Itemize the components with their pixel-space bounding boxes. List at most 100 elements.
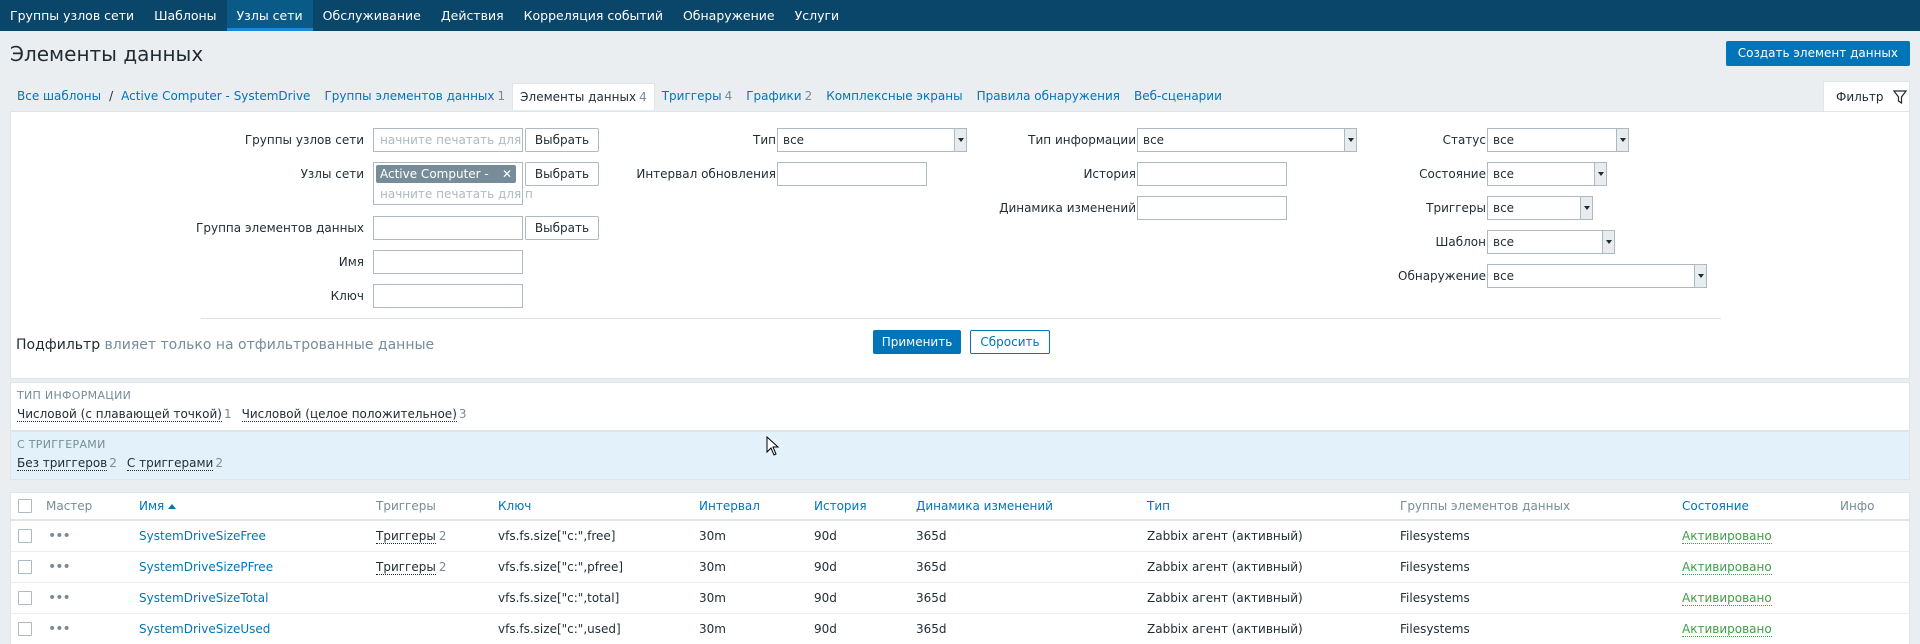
- item-triggers-link[interactable]: Триггеры: [376, 560, 436, 575]
- more-actions-icon[interactable]: •••: [48, 559, 71, 575]
- type-label: Тип: [753, 133, 776, 147]
- type-select[interactable]: все: [777, 128, 967, 152]
- item-status-link[interactable]: Активировано: [1682, 591, 1772, 606]
- apply-button[interactable]: Применить: [873, 330, 961, 354]
- item-interval: 30m: [699, 560, 726, 574]
- tab-discovery-rules[interactable]: Правила обнаружения: [970, 83, 1127, 109]
- item-type: Zabbix агент (активный): [1147, 560, 1303, 574]
- create-item-button[interactable]: Создать элемент данных: [1725, 41, 1910, 66]
- item-status-link[interactable]: Активировано: [1682, 622, 1772, 637]
- item-name-link[interactable]: SystemDriveSizePFree: [139, 560, 273, 574]
- remove-chip-icon[interactable]: ✕: [502, 165, 512, 183]
- name-label: Имя: [338, 255, 364, 269]
- tab-web-scenarios[interactable]: Веб-сценарии: [1127, 83, 1229, 109]
- row-checkbox[interactable]: [18, 529, 32, 543]
- host-groups-label: Группы узлов сети: [244, 133, 364, 147]
- nav-host-groups[interactable]: Группы узлов сети: [0, 0, 144, 31]
- nav-discovery[interactable]: Обнаружение: [673, 0, 785, 31]
- item-triggers-link[interactable]: Триггеры: [376, 529, 436, 544]
- header-applications: Группы элементов данных: [1400, 499, 1571, 513]
- host-chip: Active Computer - S... ✕: [376, 165, 516, 199]
- tab-items[interactable]: Элементы данных 4: [512, 82, 655, 110]
- nav-templates[interactable]: Шаблоны: [144, 0, 226, 31]
- reset-button[interactable]: Сбросить: [970, 330, 1050, 354]
- item-key: vfs.fs.size["c:",pfree]: [498, 560, 624, 574]
- item-history: 90d: [814, 591, 837, 605]
- subfilter-item[interactable]: С триггерами 2: [126, 456, 223, 471]
- header-triggers: Триггеры: [376, 499, 436, 513]
- nav-maintenance[interactable]: Обслуживание: [313, 0, 431, 31]
- filter-tab[interactable]: Фильтр: [1823, 81, 1910, 112]
- header-name[interactable]: Имя: [139, 493, 177, 519]
- row-checkbox[interactable]: [18, 560, 32, 574]
- subfilter-triggers: С ТРИГГЕРАМИ Без триггеров 2 С триггерами…: [10, 431, 1910, 480]
- item-trends: 365d: [916, 591, 947, 605]
- header-history[interactable]: История: [814, 493, 867, 519]
- subfilter-item[interactable]: Числовой (целое положительное) 3: [241, 407, 467, 422]
- item-applications: Filesystems: [1400, 560, 1470, 574]
- application-input[interactable]: [373, 216, 523, 240]
- nav-actions[interactable]: Действия: [431, 0, 514, 31]
- application-select-button[interactable]: Выбрать: [525, 216, 599, 240]
- item-type: Zabbix агент (активный): [1147, 622, 1303, 636]
- discovery-select[interactable]: все: [1487, 264, 1707, 288]
- item-key: vfs.fs.size["c:",used]: [498, 622, 621, 636]
- row-checkbox[interactable]: [18, 591, 32, 605]
- history-input[interactable]: [1137, 162, 1287, 186]
- state-select[interactable]: все: [1487, 162, 1607, 186]
- history-label: История: [1083, 167, 1136, 181]
- tab-applications[interactable]: Группы элементов данных 1: [317, 83, 512, 109]
- item-status-link[interactable]: Активировано: [1682, 529, 1772, 544]
- template-select[interactable]: все: [1487, 230, 1615, 254]
- breadcrumb-all-templates[interactable]: Все шаблоны: [10, 89, 108, 103]
- header-type[interactable]: Тип: [1147, 493, 1170, 519]
- key-input[interactable]: [373, 284, 523, 308]
- more-actions-icon[interactable]: •••: [48, 528, 71, 544]
- item-name-link[interactable]: SystemDriveSizeFree: [139, 529, 266, 543]
- item-history: 90d: [814, 529, 837, 543]
- header-status[interactable]: Состояние: [1682, 493, 1749, 519]
- hosts-input[interactable]: Active Computer - S... ✕ начните печатать…: [373, 162, 533, 205]
- item-applications: Filesystems: [1400, 622, 1470, 636]
- filter-panel: Группы узлов сети начните печатать для п…: [10, 111, 1910, 379]
- more-actions-icon[interactable]: •••: [48, 590, 71, 606]
- subfilter-item[interactable]: Числовой (с плавающей точкой) 1: [17, 407, 232, 422]
- header-trends[interactable]: Динамика изменений: [916, 493, 1053, 519]
- funnel-icon: [1893, 90, 1908, 104]
- item-name-link[interactable]: SystemDriveSizeUsed: [139, 622, 270, 636]
- item-trends: 365d: [916, 529, 947, 543]
- more-actions-icon[interactable]: •••: [48, 621, 71, 637]
- item-name-link[interactable]: SystemDriveSizeTotal: [139, 591, 268, 605]
- interval-input[interactable]: [777, 162, 927, 186]
- nav-hosts[interactable]: Узлы сети: [226, 0, 313, 31]
- header-key[interactable]: Ключ: [498, 493, 531, 519]
- item-trends: 365d: [916, 560, 947, 574]
- item-trends: 365d: [916, 622, 947, 636]
- header-interval[interactable]: Интервал: [699, 493, 760, 519]
- nav-event-correlation[interactable]: Корреляция событий: [514, 0, 673, 31]
- discovery-label: Обнаружение: [1398, 269, 1486, 283]
- tab-screens[interactable]: Комплексные экраны: [819, 83, 969, 109]
- subfilter-item[interactable]: Без триггеров 2: [17, 456, 117, 471]
- row-checkbox[interactable]: [18, 622, 32, 636]
- select-all-checkbox[interactable]: [18, 499, 32, 513]
- breadcrumb-host[interactable]: Active Computer - SystemDrive: [114, 89, 317, 103]
- filter-tab-label: Фильтр: [1836, 90, 1884, 104]
- table-row: ••• SystemDriveSizePFree Триггеры 2 vfs.f…: [11, 552, 1909, 583]
- item-applications: Filesystems: [1400, 529, 1470, 543]
- subfilter-title: Подфильтр влияет только на отфильтрованн…: [16, 337, 435, 353]
- chevron-down-icon: [1580, 197, 1592, 219]
- name-input[interactable]: [373, 250, 523, 274]
- header-info: Инфо: [1840, 499, 1875, 513]
- tab-graphs[interactable]: Графики 2: [739, 83, 819, 109]
- table-row: ••• SystemDriveSizeUsed vfs.fs.size["c:"…: [11, 614, 1909, 644]
- status-select[interactable]: все: [1487, 128, 1629, 152]
- item-type: Zabbix агент (активный): [1147, 529, 1303, 543]
- triggers-select[interactable]: все: [1487, 196, 1593, 220]
- nav-services[interactable]: Услуги: [785, 0, 850, 31]
- trends-input[interactable]: [1137, 196, 1287, 220]
- item-status-link[interactable]: Активировано: [1682, 560, 1772, 575]
- host-groups-input[interactable]: начните печатать для п: [373, 128, 523, 152]
- item-applications: Filesystems: [1400, 591, 1470, 605]
- tab-triggers[interactable]: Триггеры 4: [655, 83, 739, 109]
